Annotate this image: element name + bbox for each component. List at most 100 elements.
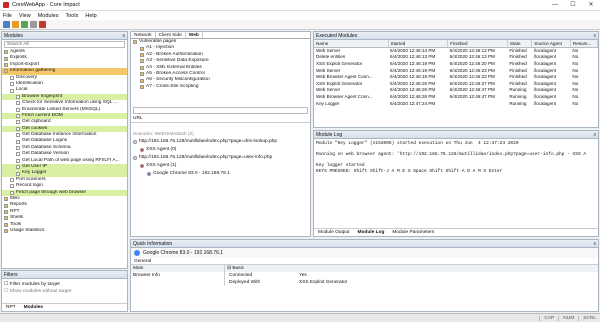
table-cell: Web Browser Agent Conn... [316, 93, 373, 99]
table-row[interactable]: XSS Exploit Generator 6/4/2020 12:46:19 P… [314, 60, 598, 67]
table-row[interactable]: XSS Exploit Generator 6/4/2020 12:46:26 P… [314, 80, 598, 87]
table-cell: 6/4/2020 12:46:26 PM [390, 80, 436, 86]
module-icon [4, 203, 8, 208]
minimize-button[interactable]: — [546, 0, 564, 11]
module-icon [16, 94, 20, 99]
tab-module-log[interactable]: Module Log [353, 229, 389, 236]
deployed-with-value: XSS Exploit Generator [299, 280, 348, 285]
agent-icon [133, 156, 137, 160]
close-icon[interactable]: x [594, 240, 599, 247]
table-cell: No [572, 87, 579, 93]
modules-tree: Agents Exploits Import-Export Information g… [2, 49, 127, 234]
close-icon[interactable]: x [123, 32, 128, 39]
column-header[interactable]: State [507, 40, 533, 48]
table-cell: 6/4/2020 12:46:26 PM [390, 93, 436, 99]
table-cell: No [572, 67, 579, 73]
properties-icon[interactable] [30, 21, 37, 28]
maximize-button[interactable]: ☐ [564, 0, 582, 11]
table-cell: No [572, 54, 579, 60]
table-row[interactable]: Web Server 6/4/2020 12:46:26 PM 6/4/2020 1… [314, 87, 598, 94]
entity-search-input[interactable] [133, 107, 308, 114]
target-item[interactable]: http://192.168.76.128/mutillidae/index.p… [131, 154, 310, 162]
open-workspace-icon[interactable] [12, 21, 19, 28]
menu-view[interactable]: View [19, 13, 31, 19]
column-header[interactable]: Source Agent [531, 40, 571, 48]
executed-modules-title: Executed Modules [316, 33, 358, 39]
module-icon [4, 62, 8, 67]
table-cell: Web Server [316, 87, 341, 93]
target-item[interactable]: Google Chrome 83.0 - 192.168.76.1 [131, 170, 310, 178]
connected-label: Connected [229, 273, 253, 278]
tab-client-side[interactable]: Client Side [156, 32, 186, 38]
table-row[interactable]: Key Logger 6/4/2020 12:47:24 PM Running/lo… [314, 100, 598, 107]
targets-tree: http://192.168.76.128/mutillidae/index.p… [131, 138, 310, 178]
new-workspace-icon[interactable] [3, 21, 10, 28]
table-cell: XSS Exploit Generator [316, 80, 363, 86]
browser-info-item[interactable]: Browser Info [131, 272, 224, 279]
module-icon [16, 133, 20, 138]
module-log-title: Module Log [316, 132, 343, 138]
column-header[interactable]: Finished [447, 40, 508, 48]
modules-search-input[interactable]: Search All [4, 41, 125, 48]
module-icon [4, 229, 8, 234]
modules-panel: Modules x Search All Agents Exploits Import… [1, 31, 128, 269]
table-cell: Web Server [316, 48, 341, 54]
module-log-panel: Module Log x Module "Key Logger" (v154005… [313, 130, 599, 237]
tab-rpt[interactable]: RPT [2, 304, 20, 311]
stop-icon[interactable] [39, 21, 46, 28]
menu-file[interactable]: File [3, 13, 12, 19]
table-cell [448, 100, 508, 107]
table-cell: 6/4/2020 12:47:24 PM [390, 100, 436, 106]
table-cell: 6/4/2020 12:46:19 PM [390, 60, 436, 66]
url-header: URL [131, 115, 310, 123]
target-item[interactable]: XSS Agent (0) [131, 146, 310, 154]
table-row[interactable]: Web Browser Agent Conn... 6/4/2020 12:46:… [314, 73, 598, 80]
column-header[interactable]: Started [388, 40, 449, 48]
tab-module-output[interactable]: Module Output [314, 229, 353, 236]
table-cell: 6/4/2020 12:46:27 PM [449, 80, 495, 86]
status-num: NUM [558, 315, 578, 321]
folder-icon [140, 65, 144, 70]
vulnerable-page-item[interactable]: A7 - Cross-Site Scripting [131, 84, 310, 90]
show-without-target-label: Show modules without target [9, 289, 72, 294]
table-cell: Delete entities [316, 54, 346, 60]
show-without-target-checkbox[interactable]: ☐ Show modules without target [4, 288, 125, 295]
quick-info-title: Quick Information [133, 241, 173, 247]
target-item[interactable]: XSS Agent (1) [131, 162, 310, 170]
menu-tools[interactable]: Tools [66, 13, 79, 19]
folder-icon [140, 59, 144, 64]
module-tree-item[interactable]: Usage Statistics [2, 228, 127, 234]
table-row[interactable]: Web Browser Agent Conn... 6/4/2020 12:46:… [314, 93, 598, 100]
module-icon [16, 158, 20, 163]
column-header[interactable]: Name [314, 40, 389, 48]
module-icon [10, 88, 14, 93]
column-header[interactable]: Resum... [570, 40, 599, 48]
module-icon [4, 197, 8, 202]
save-icon[interactable] [21, 21, 28, 28]
table-row[interactable]: Web Server 6/4/2020 12:46:19 PM 6/4/2020 1… [314, 67, 598, 74]
scenario-label: Scenario: WebTestAttack (2) [133, 132, 194, 137]
menu-help[interactable]: Help [85, 13, 96, 19]
close-icon[interactable]: x [594, 32, 599, 39]
menu-modules[interactable]: Modules [38, 13, 59, 19]
table-cell: 6/4/2020 12:46:13 PM [449, 54, 495, 60]
table-row[interactable]: Web Server 6/4/2020 12:46:13 PM 6/4/2020 1… [314, 47, 598, 54]
close-button[interactable]: ✕ [582, 0, 600, 11]
table-cell: XSS Exploit Generator [316, 60, 363, 66]
filter-by-target-checkbox[interactable]: ☐ Filter modules by target [4, 281, 125, 288]
table-cell: Web Server [316, 67, 341, 73]
quick-information-panel: Quick Information x Google Chrome 83.0 - … [130, 239, 599, 312]
table-cell: No [572, 48, 579, 54]
close-icon[interactable]: x [594, 131, 599, 138]
table-row[interactable]: Delete entities 6/4/2020 12:46:13 PM 6/4/2… [314, 54, 598, 61]
tab-web[interactable]: Web [185, 32, 203, 38]
tab-general[interactable]: General [131, 258, 598, 265]
folder-icon [140, 72, 144, 77]
table-cell: Running [509, 93, 527, 99]
tab-network[interactable]: Network [131, 32, 156, 38]
folder-icon [140, 46, 144, 51]
tab-modules[interactable]: Modules [19, 304, 48, 311]
tab-module-parameters[interactable]: Module Parameters [388, 229, 438, 236]
module-icon [16, 120, 20, 125]
target-item[interactable]: http://192.168.76.128/mutillidae/index.p… [131, 138, 310, 146]
